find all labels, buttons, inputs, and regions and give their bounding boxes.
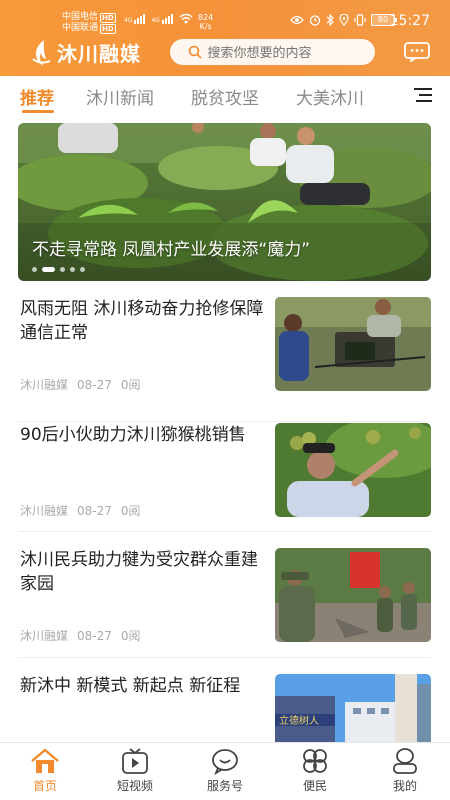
user-icon xyxy=(393,748,417,774)
search-bar[interactable] xyxy=(170,39,375,65)
news-item[interactable]: 新沐中 新模式 新起点 新征程 立德树人 xyxy=(18,674,431,742)
news-date: 08-27 xyxy=(77,378,112,392)
status-bar: 中国电信 HD 中国联通 HD 4G 4G 824 K/s 80 15:27 xyxy=(0,6,450,36)
wifi-icon xyxy=(179,13,193,24)
network-speed: 824 K/s xyxy=(198,13,214,31)
nav-home[interactable]: 首页 xyxy=(10,747,80,794)
news-reads: 0阅 xyxy=(120,629,141,643)
carousel-dot xyxy=(70,267,75,272)
banner-carousel[interactable]: 不走寻常路 凤凰村产业发展添“魔力” xyxy=(18,123,431,281)
nav-label: 服务号 xyxy=(206,779,243,793)
bottom-navigation: 首页 短视频 服务号 便民 我的 xyxy=(0,742,450,800)
bluetooth-icon xyxy=(326,14,334,26)
news-thumbnail xyxy=(275,548,431,642)
nav-service[interactable]: 服务号 xyxy=(190,747,260,794)
alarm-icon xyxy=(309,15,321,26)
tab-beautiful-muchuan[interactable]: 大美沐川 xyxy=(296,84,364,109)
nav-short-video[interactable]: 短视频 xyxy=(100,747,170,794)
nav-label: 首页 xyxy=(32,779,57,793)
nav-convenience[interactable]: 便民 xyxy=(280,747,350,794)
app-logo: 沐川融媒 xyxy=(30,38,141,67)
news-meta: 沐川融媒 08-27 0阅 xyxy=(20,627,150,644)
carrier-info: 中国电信 HD 中国联通 HD xyxy=(62,12,116,34)
nav-mine[interactable]: 我的 xyxy=(370,747,440,794)
app-name: 沐川融媒 xyxy=(57,42,141,66)
active-tab-indicator xyxy=(22,110,54,113)
tab-poverty-alleviation[interactable]: 脱贫攻坚 xyxy=(191,84,259,109)
signal-strength-icon: 4G xyxy=(124,14,146,24)
carrier-2: 中国联通 xyxy=(62,23,99,33)
signal-icons: 4G 4G xyxy=(124,13,193,24)
location-icon xyxy=(339,14,349,26)
tab-menu-icon[interactable] xyxy=(414,88,432,104)
carousel-dot xyxy=(32,267,37,272)
app-header: 中国电信 HD 中国联通 HD 4G 4G 824 K/s 80 15:27 沐… xyxy=(0,0,450,76)
news-source: 沐川融媒 xyxy=(20,629,69,643)
carousel-indicator xyxy=(32,267,85,272)
news-thumbnail: 立德树人 xyxy=(275,674,431,742)
news-title: 新沐中 新模式 新起点 新征程 xyxy=(20,676,241,696)
carousel-dot-active xyxy=(42,267,55,272)
tab-recommend[interactable]: 推荐 xyxy=(20,84,54,109)
news-reads: 0阅 xyxy=(120,504,141,518)
news-reads: 0阅 xyxy=(120,378,141,392)
news-item[interactable]: 风雨无阻 沐川移动奋力抢修保障通信正常 沐川融媒 08-27 0阅 xyxy=(18,297,431,407)
status-time: 15:27 xyxy=(389,13,430,29)
carousel-dot xyxy=(60,267,65,272)
news-source: 沐川融媒 xyxy=(20,504,69,518)
search-icon xyxy=(188,45,202,59)
news-title: 沐川民兵助力犍为受灾群众重建家园 xyxy=(20,550,258,594)
news-thumbnail xyxy=(275,297,431,391)
banner-caption: 不走寻常路 凤凰村产业发展添“魔力” xyxy=(32,240,311,260)
news-meta: 沐川融媒 08-27 0阅 xyxy=(20,376,150,393)
news-title: 风雨无阻 沐川移动奋力抢修保障通信正常 xyxy=(20,299,264,343)
news-date: 08-27 xyxy=(77,629,112,643)
nav-label: 便民 xyxy=(302,779,327,793)
news-thumbnail xyxy=(275,423,431,517)
video-icon xyxy=(122,748,148,774)
carrier-1: 中国电信 xyxy=(62,12,99,22)
news-title: 90后小伙助力沐川猕猴桃销售 xyxy=(20,425,246,445)
divider xyxy=(18,657,431,658)
news-date: 08-27 xyxy=(77,504,112,518)
flame-logo-icon xyxy=(32,39,51,66)
carousel-dot xyxy=(80,267,85,272)
divider xyxy=(18,421,431,422)
search-input[interactable] xyxy=(207,44,358,60)
vibrate-icon xyxy=(354,14,366,26)
clover-icon xyxy=(303,749,327,773)
system-icons: 80 xyxy=(290,14,397,26)
nav-label: 短视频 xyxy=(116,779,153,793)
hd-badge: HD xyxy=(100,23,116,34)
news-meta: 沐川融媒 08-27 0阅 xyxy=(20,502,150,519)
news-item[interactable]: 沐川民兵助力犍为受灾群众重建家园 沐川融媒 08-27 0阅 xyxy=(18,548,431,658)
divider xyxy=(18,531,431,532)
hd-badge: HD xyxy=(100,12,116,23)
news-source: 沐川融媒 xyxy=(20,378,69,392)
svg-text:立德树人: 立德树人 xyxy=(279,714,319,727)
service-icon xyxy=(212,749,238,775)
tab-muchuan-news[interactable]: 沐川新闻 xyxy=(86,84,154,109)
news-item[interactable]: 90后小伙助力沐川猕猴桃销售 沐川融媒 08-27 0阅 xyxy=(18,423,431,533)
home-icon xyxy=(31,748,59,773)
category-tabs: 推荐 沐川新闻 脱贫攻坚 大美沐川 xyxy=(0,76,450,118)
nav-label: 我的 xyxy=(392,779,417,793)
signal-strength-icon: 4G xyxy=(151,14,173,24)
eye-icon xyxy=(290,15,304,25)
message-icon[interactable] xyxy=(404,42,430,62)
